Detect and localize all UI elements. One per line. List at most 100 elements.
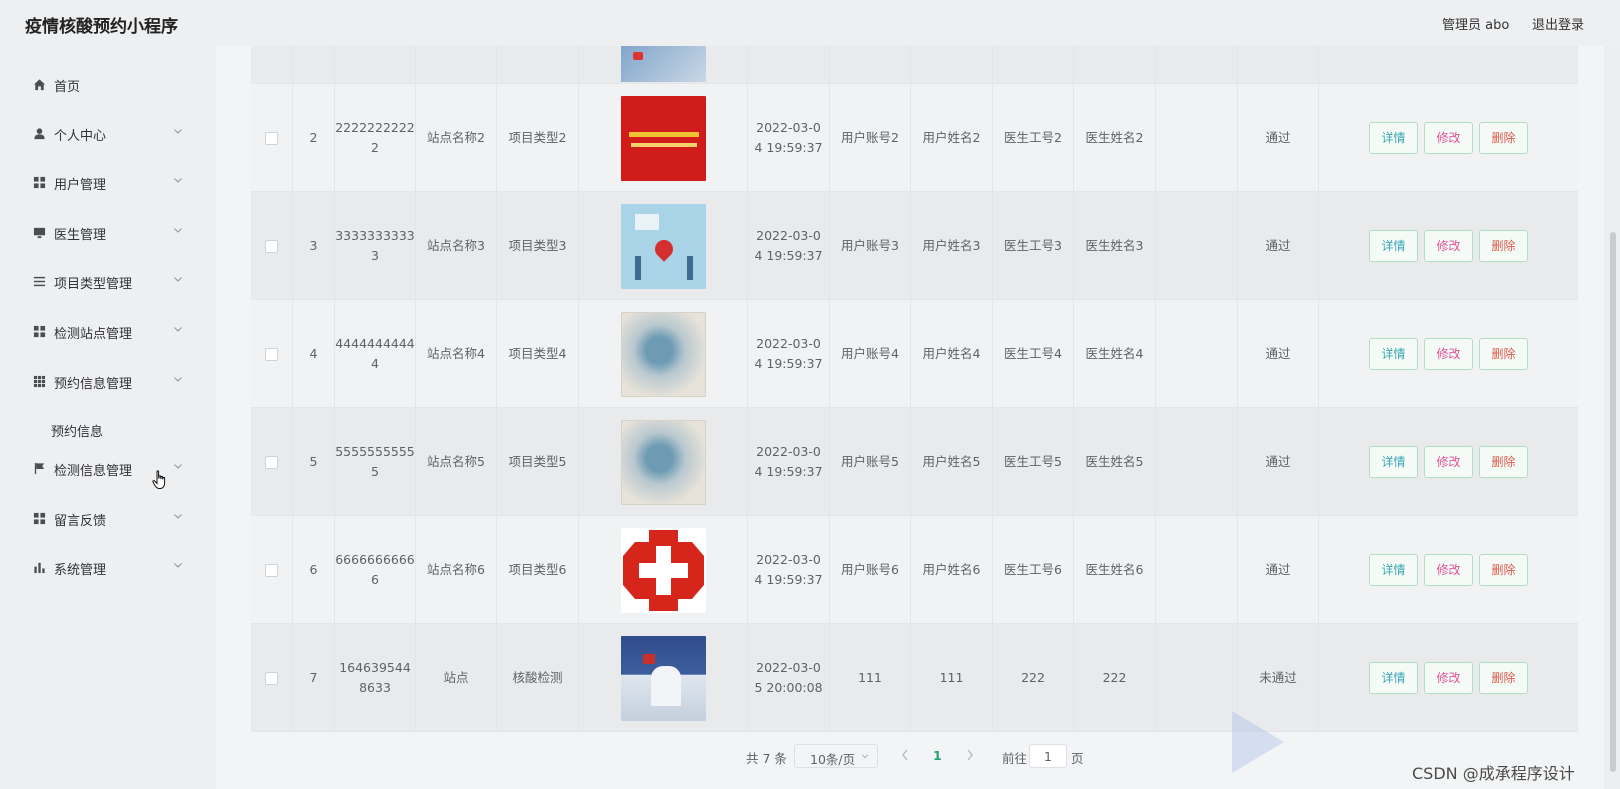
row-station: 站点名称4 (416, 300, 497, 408)
table-row: 2 2222222222 2 站点名称2 项目类型2 2022-03-0 4 19:… (251, 84, 1578, 192)
detail-button[interactable]: 详情 (1369, 554, 1418, 586)
row-checkbox[interactable] (265, 455, 278, 469)
row-station: 站点名称6 (416, 516, 497, 624)
row-phone: 2222222222 (335, 120, 415, 135)
detail-button[interactable]: 详情 (1369, 230, 1418, 262)
edit-button[interactable]: 修改 (1424, 554, 1473, 586)
row-checkbox[interactable] (265, 131, 278, 145)
user-icon (34, 128, 45, 140)
row-doctor-id: 医生工号3 (993, 192, 1074, 300)
sidebar-item-users[interactable]: 用户管理 (0, 163, 216, 203)
chevron-down-icon (861, 754, 869, 759)
sidebar-item-stations[interactable]: 检测站点管理 (0, 312, 216, 352)
delete-button[interactable]: 删除 (1479, 230, 1528, 262)
detail-button[interactable]: 详情 (1369, 662, 1418, 694)
apps-icon (33, 375, 46, 388)
row-project: 核酸检测 (497, 624, 579, 732)
app-title: 疫情核酸预约小程序 (25, 17, 178, 37)
grid-icon (33, 176, 46, 189)
row-project: 项目类型6 (497, 516, 579, 624)
sidebar-item-feedback[interactable]: 留言反馈 (0, 499, 216, 539)
row-date: 2022-03-0 (756, 444, 821, 459)
table-row: 6 6666666666 6 站点名称6 项目类型6 2022-03-0 4 19:… (251, 516, 1578, 624)
row-date: 2022-03-0 (756, 336, 821, 351)
row-account: 用户账号2 (830, 84, 911, 192)
row-account: 用户账号5 (830, 408, 911, 516)
detail-button[interactable]: 详情 (1369, 446, 1418, 478)
row-thumbnail (620, 203, 706, 289)
sidebar-item-label: 留言反馈 (54, 514, 107, 529)
delete-button[interactable]: 删除 (1479, 554, 1528, 586)
row-username: 用户姓名4 (911, 300, 993, 408)
chevron-down-icon (174, 178, 182, 183)
row-date: 2022-03-0 (756, 120, 821, 135)
chevron-down-icon (174, 464, 182, 469)
delete-button[interactable]: 删除 (1479, 122, 1528, 154)
row-checkbox[interactable] (265, 563, 278, 577)
row-station: 站点名称5 (416, 408, 497, 516)
detail-button[interactable]: 详情 (1369, 338, 1418, 370)
row-phone-tail: 4 (371, 356, 379, 371)
sidebar-item-personal[interactable]: 个人中心 (0, 114, 216, 154)
next-page-icon[interactable] (963, 746, 977, 764)
row-thumbnail (620, 635, 706, 721)
prev-page-icon[interactable] (898, 746, 912, 764)
row-index: 6 (293, 516, 335, 624)
edit-button[interactable]: 修改 (1424, 662, 1473, 694)
current-page[interactable]: 1 (933, 748, 942, 763)
row-time: 4 19:59:37 (754, 356, 823, 371)
page-unit-label: 页 (1071, 751, 1084, 766)
row-checkbox[interactable] (265, 239, 278, 253)
row-phone: 3333333333 (335, 228, 415, 243)
edit-button[interactable]: 修改 (1424, 338, 1473, 370)
sidebar-item-appointments[interactable]: 预约信息管理 (0, 362, 216, 402)
sidebar-item-system[interactable]: 系统管理 (0, 548, 216, 588)
detail-button[interactable]: 详情 (1369, 122, 1418, 154)
row-checkbox[interactable] (265, 347, 278, 361)
row-doctor-name: 医生姓名6 (1074, 516, 1156, 624)
row-project: 项目类型3 (497, 192, 579, 300)
goto-page-input[interactable] (1029, 744, 1067, 768)
sidebar-item-project-types[interactable]: 项目类型管理 (0, 262, 216, 302)
row-station: 站点名称3 (416, 192, 497, 300)
edit-button[interactable]: 修改 (1424, 122, 1473, 154)
sidebar-item-home[interactable]: 首页 (0, 65, 216, 105)
delete-button[interactable]: 删除 (1479, 446, 1528, 478)
row-index: 2 (293, 84, 335, 192)
row-doctor-id: 医生工号2 (993, 84, 1074, 192)
sidebar-subitem-appointment-info[interactable]: 预约信息 (0, 411, 216, 447)
row-doctor-name: 医生姓名4 (1074, 300, 1156, 408)
pagination: 共 7 条 10条/页 1 前往 页 (0, 744, 1620, 770)
row-index: 7 (293, 624, 335, 732)
row-doctor-name: 医生姓名3 (1074, 192, 1156, 300)
row-date: 2022-03-0 (756, 228, 821, 243)
row-account: 111 (830, 624, 911, 732)
logout-link[interactable]: 退出登录 (1532, 14, 1584, 33)
sidebar-item-doctors[interactable]: 医生管理 (0, 213, 216, 253)
sidebar-item-label: 检测信息管理 (54, 464, 133, 479)
chevron-down-icon (174, 377, 182, 382)
table-row: 7 164639544 8633 站点 核酸检测 2022-03-0 5 20:00… (251, 624, 1578, 732)
row-phone-tail: 6 (371, 572, 379, 587)
table-row: 3 3333333333 3 站点名称3 项目类型3 2022-03-0 4 19:… (251, 192, 1578, 300)
delete-button[interactable]: 删除 (1479, 338, 1528, 370)
row-checkbox[interactable] (265, 671, 278, 685)
row-station: 站点 (416, 624, 497, 732)
edit-button[interactable]: 修改 (1424, 446, 1473, 478)
row-phone-tail: 5 (371, 464, 379, 479)
page-size-select[interactable]: 10条/页 (794, 744, 878, 768)
sidebar-item-test-info[interactable]: 检测信息管理 (0, 449, 216, 489)
chevron-down-icon (174, 277, 182, 282)
edit-button[interactable]: 修改 (1424, 230, 1473, 262)
current-user-label: 管理员 abo (1442, 18, 1510, 33)
row-username: 用户姓名5 (911, 408, 993, 516)
scrollbar-thumb[interactable] (1610, 232, 1616, 772)
row-time: 4 19:59:37 (754, 248, 823, 263)
row-doctor-id: 医生工号4 (993, 300, 1074, 408)
row-time: 4 19:59:37 (754, 572, 823, 587)
row-status: 通过 (1238, 84, 1319, 192)
row-status: 通过 (1238, 300, 1319, 408)
delete-button[interactable]: 删除 (1479, 662, 1528, 694)
list-icon (33, 276, 46, 287)
top-bar: 疫情核酸预约小程序 管理员 abo 退出登录 (0, 0, 1620, 46)
